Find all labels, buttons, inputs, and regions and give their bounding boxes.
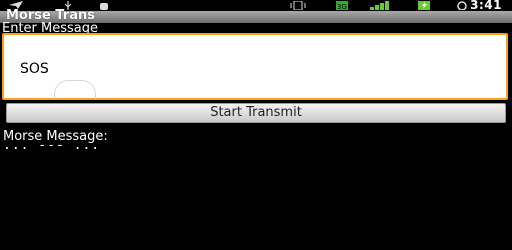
svg-text:3G: 3G: [337, 3, 347, 10]
message-input[interactable]: SOS: [2, 33, 508, 100]
message-input-value[interactable]: SOS: [20, 61, 49, 77]
android-debug-icon: [100, 3, 108, 10]
battery-charging-icon: [418, 1, 430, 10]
alarm-icon: [457, 1, 467, 10]
3g-signal-icon: 3G: [336, 1, 348, 10]
morse-message-value: ... --- ...: [3, 138, 101, 153]
silent-vibrate-icon: [290, 1, 306, 10]
text-cursor-handle-icon[interactable]: [54, 80, 96, 99]
start-transmit-button[interactable]: Start Transmit: [6, 103, 506, 123]
signal-strength-icon: [370, 1, 389, 10]
